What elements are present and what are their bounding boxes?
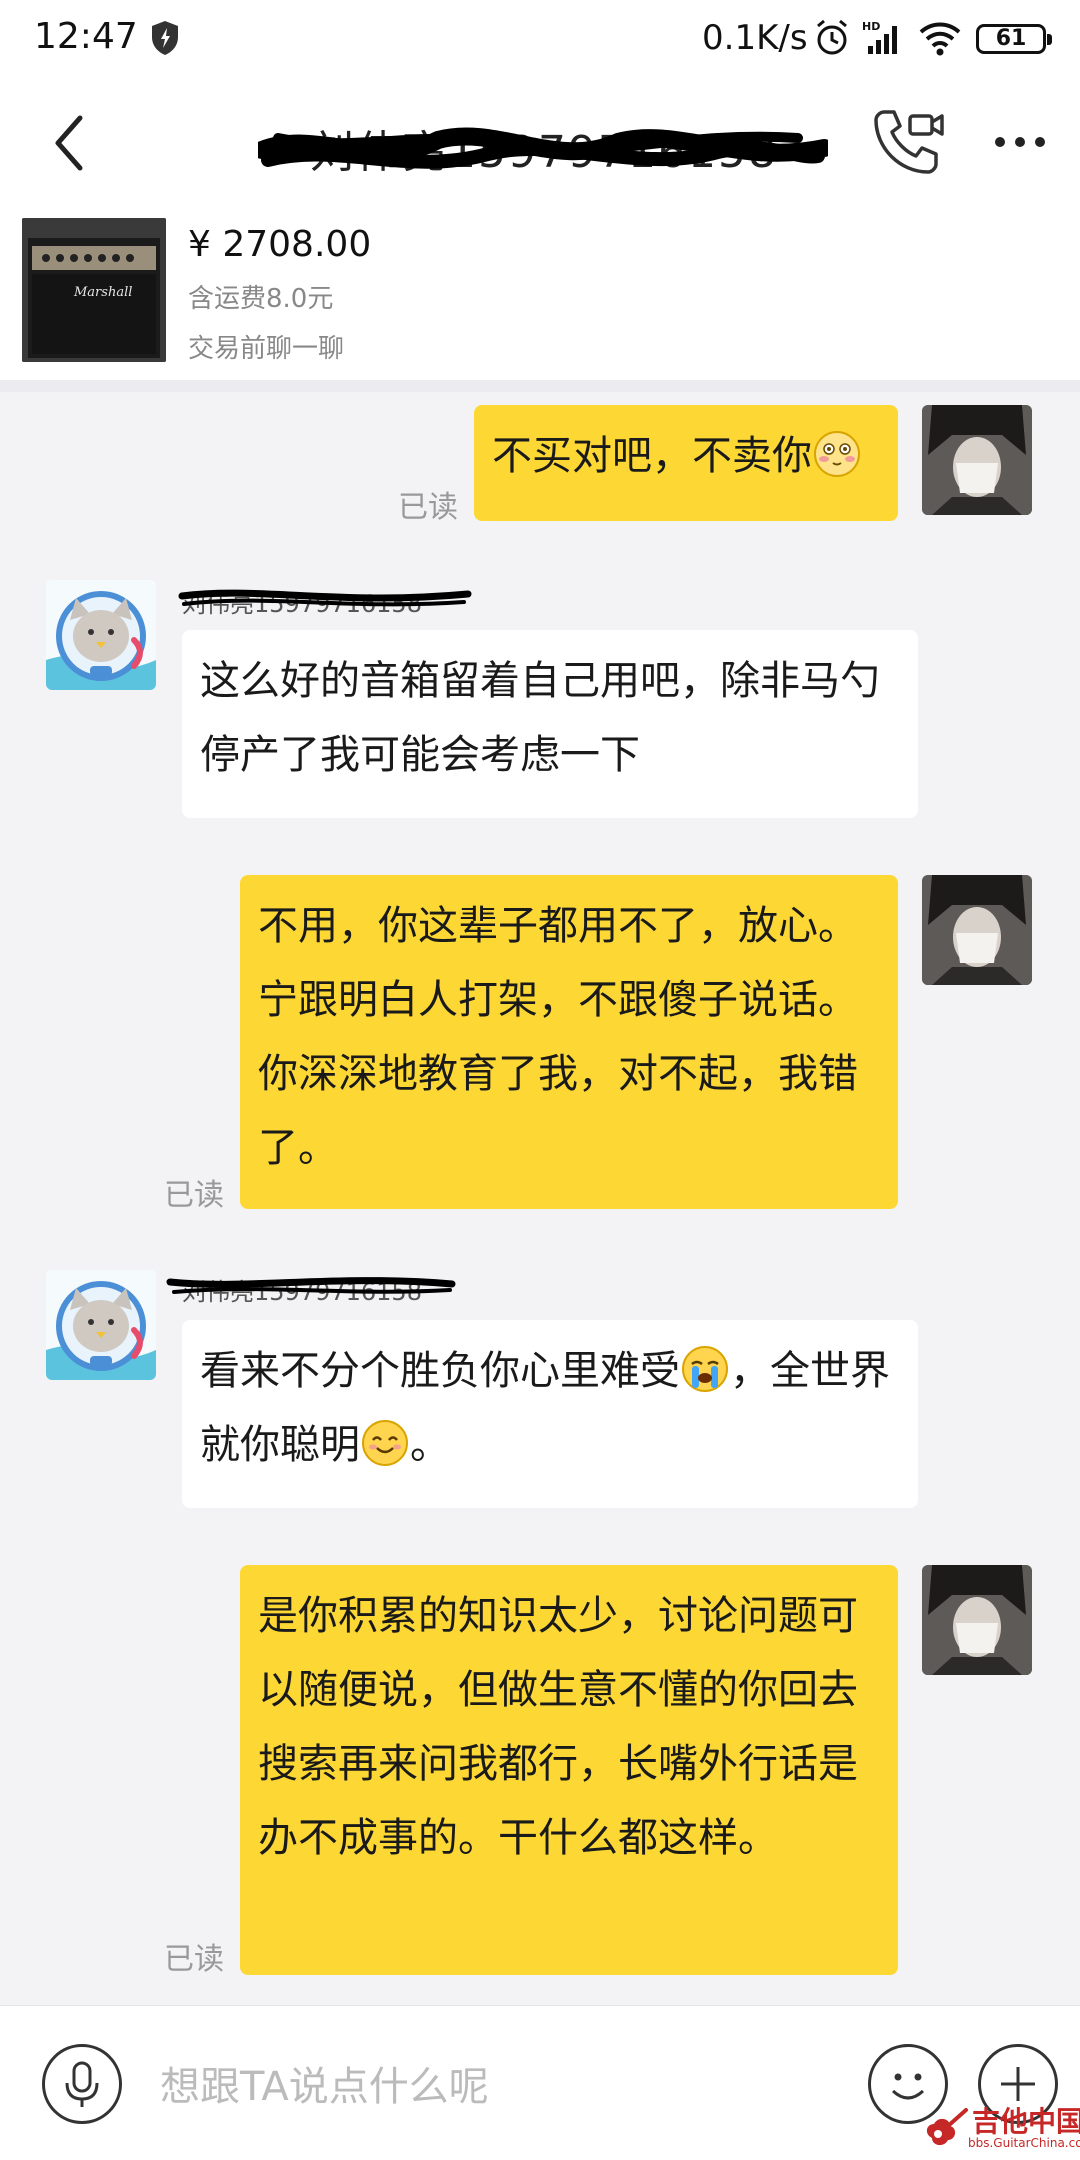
other-avatar[interactable] [46, 1270, 156, 1380]
product-card[interactable]: Marshall ¥ 2708.00 含运费8.0元 交易前聊一聊 [0, 210, 1080, 380]
cat-astronaut-avatar-image [46, 580, 156, 690]
message-text: 不用，你这辈子都用不了，放心。宁跟明白人打架，不跟傻子说话。你深深地教育了我，对… [258, 903, 858, 1171]
product-hint: 交易前聊一聊 [188, 334, 345, 364]
sender-name-redaction [166, 1277, 456, 1294]
blush-emoji-icon [814, 431, 860, 477]
message-bubble-other[interactable]: 这么好的音箱留着自己用吧，除非马勺停产了我可能会考虑一下 [182, 630, 918, 818]
signal-hd-icon: HD [862, 20, 897, 54]
message-input[interactable] [160, 2052, 820, 2122]
shield-icon [152, 21, 178, 55]
svg-text:HD: HD [862, 20, 880, 33]
crying-emoji-icon [682, 1346, 728, 1392]
self-avatar-image [922, 405, 1032, 515]
sender-name-redaction [178, 589, 472, 607]
net-speed: 0.1K/s [702, 18, 808, 58]
wifi-icon [919, 22, 961, 56]
message-text-part: 。 [410, 1422, 450, 1468]
smile-emoji-icon [362, 1420, 408, 1466]
read-receipt: 已读 [398, 490, 458, 525]
chat-header: 刘伟亮15979716158 [0, 80, 1080, 210]
message-text: 不买对吧，不卖你 [492, 433, 812, 479]
message-text-part: 看来不分个胜负你心里难受 [200, 1348, 680, 1394]
self-avatar-image [922, 1565, 1032, 1675]
read-receipt: 已读 [164, 1178, 224, 1213]
self-avatar[interactable] [922, 1565, 1032, 1675]
message-text: 是你积累的知识太少，讨论问题可以随便说，但做生意不懂的你回去搜索再来问我都行，长… [258, 1593, 858, 1861]
read-receipt: 已读 [164, 1942, 224, 1977]
product-price: ¥ 2708.00 [188, 224, 372, 265]
amp-image: Marshall [22, 218, 166, 362]
guitar-logo-icon [926, 2108, 968, 2146]
title-redaction-scribble [258, 127, 828, 169]
product-thumbnail[interactable]: Marshall [22, 218, 166, 362]
watermark-subtitle: bbs.GuitarChina.com [968, 2136, 1080, 2150]
site-watermark: 吉他中国 bbs.GuitarChina.com [920, 2100, 1080, 2156]
video-call-icon[interactable] [870, 102, 946, 178]
microphone-icon [65, 2061, 99, 2107]
alarm-icon [817, 19, 847, 55]
other-avatar[interactable] [46, 580, 156, 690]
input-bar [0, 2005, 1080, 2160]
message-text: 这么好的音箱留着自己用吧，除非马勺停产了我可能会考虑一下 [200, 658, 880, 778]
message-bubble-self[interactable]: 不用，你这辈子都用不了，放心。宁跟明白人打架，不跟傻子说话。你深深地教育了我，对… [240, 875, 898, 1209]
card-divider [0, 380, 1080, 392]
message-bubble-other[interactable]: 看来不分个胜负你心里难受 ，全世界就你聪明 。 [182, 1320, 918, 1508]
product-shipping: 含运费8.0元 [188, 284, 334, 314]
watermark-title: 吉他中国 [972, 2105, 1080, 2138]
message-bubble-self[interactable]: 不买对吧，不卖你 [474, 405, 898, 521]
more-icon[interactable] [990, 124, 1050, 160]
cat-astronaut-avatar-image [46, 1270, 156, 1380]
message-bubble-self[interactable]: 是你积累的知识太少，讨论问题可以随便说，但做生意不懂的你回去搜索再来问我都行，长… [240, 1565, 898, 1975]
self-avatar-image [922, 875, 1032, 985]
self-avatar[interactable] [922, 875, 1032, 985]
voice-button[interactable] [42, 2044, 122, 2124]
battery-icon: 61 [976, 24, 1052, 54]
self-avatar[interactable] [922, 405, 1032, 515]
status-time: 12:47 [34, 16, 138, 57]
back-icon[interactable] [40, 108, 100, 178]
status-bar: 12:47 0.1K/s HD 61 [0, 0, 1080, 80]
amp-brand-logo: Marshall [73, 285, 132, 300]
